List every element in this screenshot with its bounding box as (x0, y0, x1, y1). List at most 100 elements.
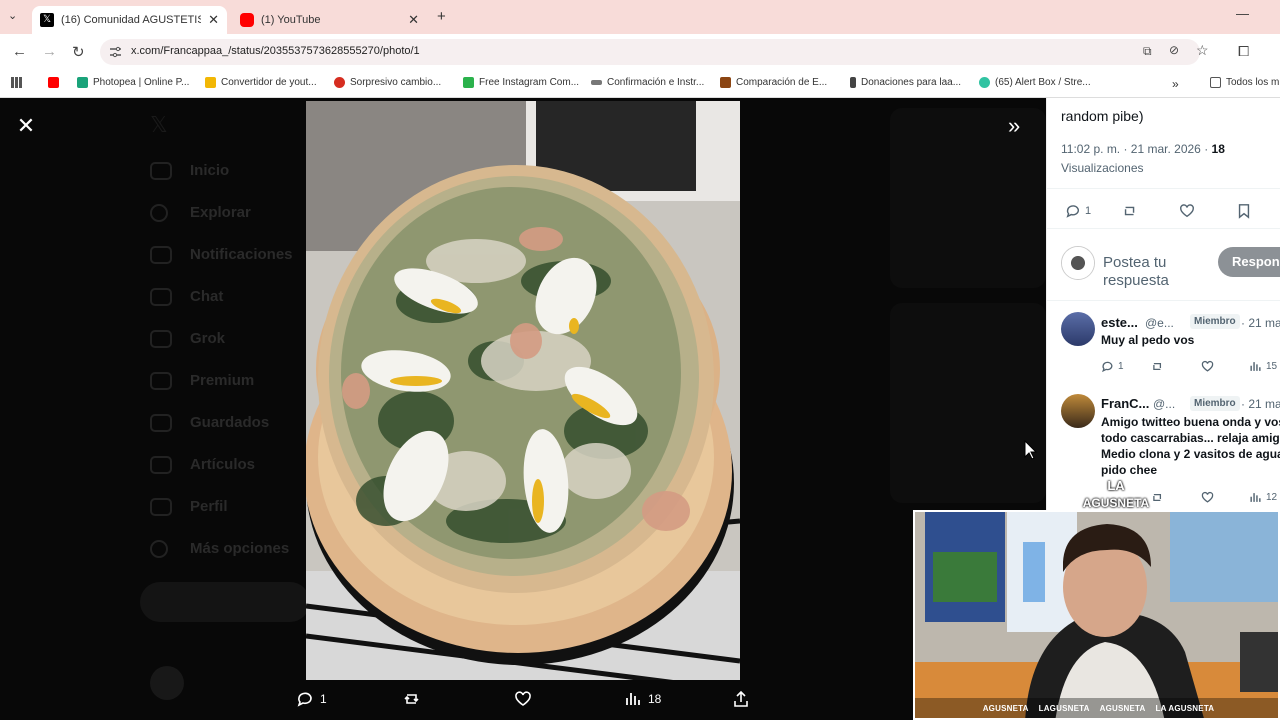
tab-title: (1) YouTube (261, 14, 321, 26)
instagram-handle: AGUSNETA (982, 703, 1029, 713)
reload-icon[interactable]: ↻ (72, 43, 85, 61)
reply-submit-button[interactable]: Respon (1218, 247, 1280, 277)
eye-off-icon[interactable]: ⊘ (1169, 43, 1179, 57)
nav-item-perfil: Perfil (190, 498, 228, 515)
post-timestamp: 11:02 p. m. · 21 mar. 2026 · 18 (1061, 142, 1225, 156)
reply-author-name[interactable]: este... (1101, 315, 1138, 330)
omnibox[interactable]: x.com/Francappaa_/status/203553757362855… (100, 39, 1209, 65)
reply-icon[interactable] (1065, 203, 1081, 219)
agusneta-logo: LA AGUSNETA (1082, 478, 1150, 510)
reply-text-line: Amigo twitteo buena onda y vos (1101, 415, 1280, 429)
tab-strip: ⌄ 𝕏 (16) Comunidad AGUSTETISMO ✕ (1) You… (0, 0, 1280, 34)
heart-icon (515, 691, 531, 706)
repost-icon (404, 694, 419, 704)
bookmark-item[interactable]: Confirmación e Instr... (591, 77, 704, 88)
reply-author-handle: @... (1153, 397, 1176, 411)
quiche-photo-illustration (306, 101, 740, 680)
bookmark-item[interactable]: (65) Alert Box / Stre... (979, 77, 1091, 88)
divider (1047, 300, 1280, 301)
close-tab-icon[interactable]: ✕ (408, 12, 419, 28)
member-badge: Miembro (1190, 314, 1240, 329)
nav-item-mas-opciones: Más opciones (190, 540, 290, 557)
tab-search-button[interactable]: ⌄ (8, 9, 17, 22)
all-bookmarks[interactable]: Todos los m (1210, 77, 1279, 88)
reply-input-placeholder[interactable]: Postea tu respuesta (1103, 254, 1169, 290)
back-icon[interactable]: ← (12, 43, 27, 60)
cast-icon[interactable]: ⧉ (1143, 44, 1152, 59)
bookmark-favicon-icon (77, 77, 88, 88)
member-badge: Miembro (1190, 396, 1240, 411)
premium-icon (150, 372, 172, 390)
repost-icon[interactable] (1151, 360, 1164, 373)
article-icon (150, 456, 172, 474)
close-viewer-button[interactable]: ✕ (14, 114, 38, 138)
share-icon (734, 690, 748, 707)
x-logo-icon: 𝕏 (40, 13, 54, 27)
reply-action[interactable]: 1 (296, 690, 327, 708)
extensions-icon[interactable]: ⧠ (1238, 43, 1249, 60)
url-text: x.com/Francappaa_/status/203553757362855… (131, 45, 420, 57)
more-bookmarks-icon[interactable]: » (1172, 77, 1179, 91)
reply-text-line: todo cascarrabias... relaja amigo (1101, 431, 1280, 445)
heart-icon[interactable] (1201, 491, 1214, 504)
site-info-icon[interactable] (109, 46, 122, 58)
heart-icon[interactable] (1179, 203, 1195, 219)
bookmark-item[interactable]: Sorpresivo cambio... (334, 77, 441, 88)
divider (1047, 188, 1280, 189)
bookmark-item[interactable]: Photopea | Online P... (77, 77, 189, 88)
post-views-count: 18 (1211, 142, 1225, 156)
repost-action[interactable] (403, 690, 421, 708)
tab-youtube[interactable]: (1) YouTube ✕ (232, 6, 427, 34)
nav-item-guardados: Guardados (190, 414, 270, 431)
my-avatar (1061, 246, 1095, 280)
like-action[interactable] (514, 690, 532, 708)
views-icon[interactable] (1249, 491, 1262, 504)
heart-icon[interactable] (1201, 360, 1214, 373)
bookmark-icon (150, 414, 172, 432)
tab-title: (16) Comunidad AGUSTETISMO (61, 14, 201, 26)
viewer-action-bar: 1 18 (290, 686, 760, 716)
sidebar-card-dimmed (890, 108, 1046, 288)
reply-count: 1 (320, 692, 327, 706)
tab-comunidad[interactable]: 𝕏 (16) Comunidad AGUSTETISMO ✕ (32, 6, 227, 34)
reply-avatar[interactable] (1061, 312, 1095, 346)
bookmark-favicon-icon (720, 77, 731, 88)
nav-item-premium: Premium (190, 372, 255, 389)
link-icon (591, 80, 602, 85)
grok-icon (150, 330, 172, 348)
reply-date: · 21 ma (1241, 397, 1280, 411)
profile-icon (150, 498, 172, 516)
repost-icon[interactable] (1122, 203, 1138, 219)
views-action[interactable]: 18 (624, 690, 661, 708)
apps-grid-icon[interactable] (11, 77, 22, 88)
kick-handle: AGUSNETA (1099, 703, 1146, 713)
views-count: 18 (648, 692, 662, 706)
minimize-window-button[interactable]: — (1236, 6, 1249, 21)
webcam-overlay: AGUSNETA LAGUSNETA AGUSNETA LA AGUSNETA (913, 510, 1280, 720)
reply-author-handle: @e... (1145, 316, 1174, 330)
bookmark-icon[interactable] (1236, 203, 1252, 219)
bookmark-item[interactable]: Donaciones para laa... (850, 77, 961, 88)
views-icon[interactable] (1249, 360, 1262, 373)
reply-text: Muy al pedo vos (1101, 333, 1195, 347)
reply-avatar[interactable] (1061, 394, 1095, 428)
forward-icon[interactable]: → (42, 43, 57, 60)
close-tab-icon[interactable]: ✕ (208, 12, 219, 28)
expand-panel-icon[interactable]: » (1008, 113, 1020, 139)
nav-item-articulos: Artículos (190, 456, 256, 473)
bookmark-item[interactable]: Convertidor de yout... (205, 77, 317, 88)
bookmark-youtube[interactable] (48, 77, 64, 88)
bookmark-favicon-icon (463, 77, 474, 88)
bookmark-item[interactable]: Comparación de E... (720, 77, 827, 88)
star-icon[interactable]: ☆ (1196, 42, 1209, 59)
account-avatar-dimmed (150, 666, 184, 700)
new-tab-button[interactable]: + (437, 8, 446, 25)
reply-icon[interactable] (1101, 360, 1114, 373)
search-icon (150, 204, 168, 222)
bookmark-item[interactable]: Free Instagram Com... (463, 77, 579, 88)
share-action[interactable] (732, 690, 750, 708)
bookmark-favicon-icon (979, 77, 990, 88)
post-button-dimmed (140, 582, 310, 622)
reply-reply-count: 1 (1118, 361, 1124, 372)
reply-author-name[interactable]: FranC... (1101, 396, 1149, 411)
